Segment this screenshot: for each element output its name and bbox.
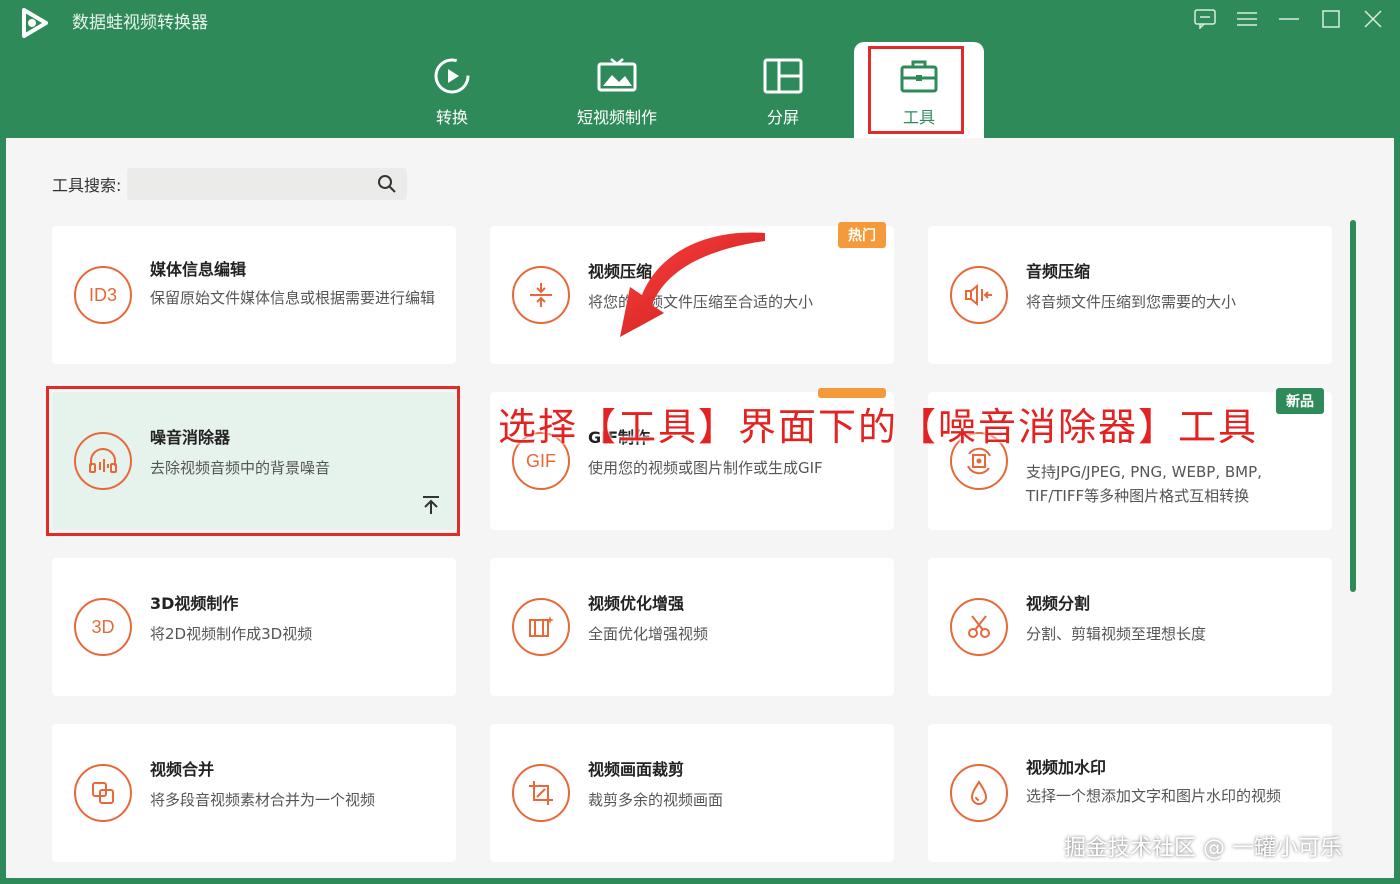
tool-desc: 支持JPG/JPEG, PNG, WEBP, BMP, TIF/TIFF等多种图… xyxy=(1026,463,1262,505)
3d-icon: 3D xyxy=(74,598,132,656)
minimize-icon[interactable] xyxy=(1276,6,1302,32)
menu-icon[interactable] xyxy=(1234,6,1260,32)
tool-card-audio-compress[interactable]: 音频压缩 将音频文件压缩到您需要的大小 xyxy=(928,226,1332,364)
tab-short-video[interactable]: 短视频制作 xyxy=(504,48,730,138)
tool-title: 视频分割 xyxy=(1026,594,1091,613)
tool-desc: 保留原始文件媒体信息或根据需要进行编辑 xyxy=(150,289,436,307)
tool-desc: 分割、剪辑视频至理想长度 xyxy=(1026,625,1207,643)
tab-split-screen[interactable]: 分屏 xyxy=(730,48,836,138)
tool-desc: 使用您的视频或图片制作或生成GIF xyxy=(588,459,823,477)
tool-desc: 裁剪多余的视频画面 xyxy=(588,791,724,809)
tool-card-video-split[interactable]: 视频分割 分割、剪辑视频至理想长度 xyxy=(928,558,1332,696)
scrollbar[interactable] xyxy=(1350,220,1356,592)
main-tabs: 转换 短视频制作 分屏 工具 xyxy=(400,42,984,138)
convert-icon xyxy=(430,54,474,98)
compress-icon xyxy=(512,266,570,324)
audio-compress-icon xyxy=(950,266,1008,324)
merge-icon xyxy=(74,764,132,822)
tool-card-3d-maker[interactable]: 3D 3D视频制作 将2D视频制作成3D视频 xyxy=(52,558,456,696)
maximize-icon[interactable] xyxy=(1318,6,1344,32)
search-label: 工具搜索: xyxy=(52,176,122,195)
tab-tools[interactable]: 工具 xyxy=(854,42,984,138)
tab-convert[interactable]: 转换 xyxy=(400,48,504,138)
feedback-icon[interactable] xyxy=(1192,6,1218,32)
tab-convert-label: 转换 xyxy=(435,108,468,127)
enhance-icon xyxy=(512,598,570,656)
tool-title: 视频画面裁剪 xyxy=(588,760,685,779)
new-badge: 新品 xyxy=(1276,388,1324,414)
search-icon[interactable] xyxy=(377,174,397,194)
short-video-icon xyxy=(595,54,639,98)
tool-title: 媒体信息编辑 xyxy=(150,260,247,279)
split-screen-icon xyxy=(761,54,805,98)
tab-short-video-label: 短视频制作 xyxy=(576,108,657,127)
tool-card-video-merge[interactable]: 视频合并 将多段音视频素材合并为一个视频 xyxy=(52,724,456,862)
crop-icon xyxy=(512,764,570,822)
tool-title: 视频优化增强 xyxy=(588,594,685,613)
tool-card-video-crop[interactable]: 视频画面裁剪 裁剪多余的视频画面 xyxy=(490,724,894,862)
tab-split-screen-label: 分屏 xyxy=(766,108,799,127)
tool-search: 工具搜索: xyxy=(52,168,408,200)
red-arrow-annotation-icon xyxy=(620,232,765,337)
tool-desc: 全面优化增强视频 xyxy=(588,625,709,643)
tool-card-media-info[interactable]: ID3 媒体信息编辑 保留原始文件媒体信息或根据需要进行编辑 xyxy=(52,226,456,364)
id3-icon: ID3 xyxy=(74,266,132,324)
app-logo-icon xyxy=(22,8,48,38)
tool-desc: 选择一个想添加文字和图片水印的视频 xyxy=(1026,787,1282,805)
scissors-icon xyxy=(950,598,1008,656)
noise-remover-highlight-box xyxy=(46,386,460,536)
app-title: 数据蛙视频转换器 xyxy=(72,13,208,33)
tool-card-video-enhance[interactable]: 视频优化增强 全面优化增强视频 xyxy=(490,558,894,696)
tool-desc: 将多段音视频素材合并为一个视频 xyxy=(150,791,376,809)
window-controls xyxy=(1192,6,1386,32)
close-icon[interactable] xyxy=(1360,6,1386,32)
tool-title: 3D视频制作 xyxy=(150,594,239,613)
watermark: 掘金技术社区 @ 一罐小可乐 xyxy=(1064,836,1342,861)
tool-title: 视频加水印 xyxy=(1026,758,1107,777)
tool-desc: 将2D视频制作成3D视频 xyxy=(150,625,313,643)
hot-badge: 热门 xyxy=(838,222,886,248)
tool-title: 视频合并 xyxy=(150,760,215,779)
title-bar: 数据蛙视频转换器 转换 短视频制作 分屏 工具 xyxy=(0,0,1400,138)
search-input[interactable] xyxy=(127,168,408,200)
tool-title: 音频压缩 xyxy=(1026,262,1091,281)
tool-desc: 将音频文件压缩到您需要的大小 xyxy=(1026,293,1237,311)
water-drop-icon xyxy=(950,764,1008,822)
tools-tab-highlight-box xyxy=(868,46,964,134)
instruction-annotation: 选择【工具】界面下的【噪音消除器】工具 xyxy=(498,405,1259,449)
